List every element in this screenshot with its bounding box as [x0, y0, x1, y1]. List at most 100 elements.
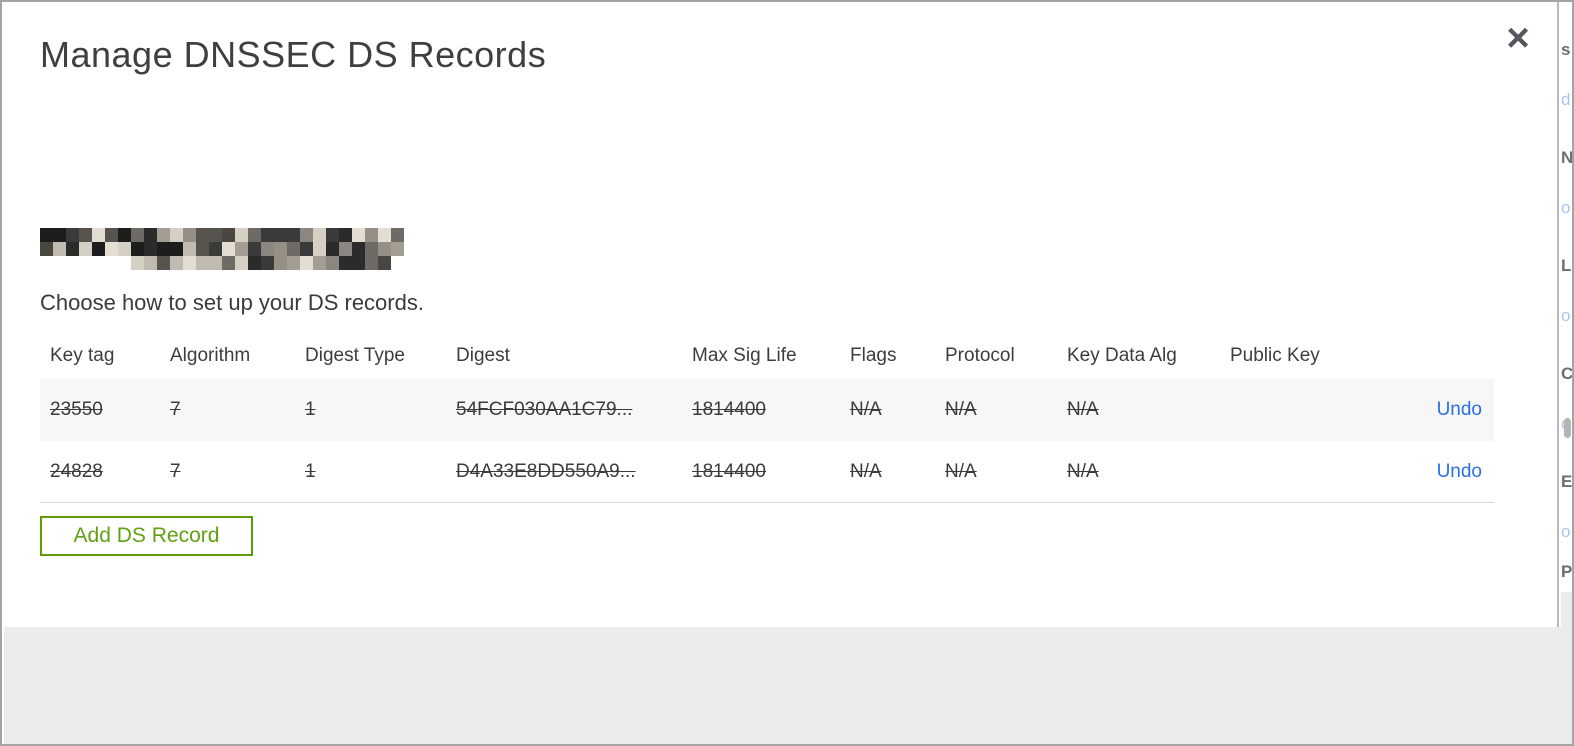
redacted-pixel — [40, 242, 53, 256]
redacted-pixel — [300, 228, 313, 242]
cell-key-data-alg: N/A — [1067, 460, 1099, 482]
instruction-text: Choose how to set up your DS records. — [40, 290, 424, 315]
redacted-pixel — [209, 228, 222, 242]
redacted-pixel — [183, 242, 196, 256]
cell-key-tag: 23550 — [50, 399, 103, 420]
table-row: 23550 7 1 54FCF030AA1C79... 1814400 N/A … — [40, 379, 1494, 441]
redacted-pixel — [313, 242, 326, 256]
cell-digest: 54FCF030AA1C79... — [456, 399, 633, 420]
redacted-pixel — [66, 242, 79, 256]
table-header-row: Key tag Algorithm Digest Type Digest Max… — [40, 333, 1494, 379]
redacted-pixel — [157, 228, 170, 242]
table-row: 24828 7 1 D4A33E8DD550A9... 1814400 N/A … — [40, 441, 1494, 503]
background-text-fragment: o — [1561, 522, 1571, 541]
redacted-pixel — [118, 228, 131, 242]
redacted-pixel — [248, 256, 261, 270]
redacted-pixel — [118, 242, 131, 256]
redacted-pixel — [144, 256, 157, 270]
cell-protocol: N/A — [945, 460, 977, 482]
redacted-pixel — [196, 228, 209, 242]
redacted-pixel — [339, 256, 352, 270]
redacted-pixel — [170, 256, 183, 270]
redacted-pixel — [313, 228, 326, 242]
undo-link[interactable]: Undo — [1437, 399, 1482, 420]
redacted-pixel — [300, 256, 313, 270]
scrollbar-thumb[interactable] — [1564, 418, 1571, 438]
redacted-pixel — [326, 256, 339, 270]
redacted-pixel — [92, 242, 105, 256]
background-text-fragment: C — [1561, 364, 1572, 383]
redacted-pixel — [144, 228, 157, 242]
redacted-pixel — [326, 242, 339, 256]
redacted-pixel — [79, 242, 92, 256]
redacted-pixel — [365, 228, 378, 242]
redacted-pixel — [365, 256, 378, 270]
undo-link[interactable]: Undo — [1437, 461, 1482, 482]
redacted-pixel — [235, 256, 248, 270]
redacted-pixel — [144, 242, 157, 256]
redacted-pixel — [157, 256, 170, 270]
redacted-pixel — [352, 256, 365, 270]
cell-flags: N/A — [850, 399, 882, 420]
col-header-flags: Flags — [850, 345, 897, 366]
close-icon[interactable]: × — [1496, 16, 1540, 60]
background-text-fragment: L — [1561, 256, 1572, 275]
background-text-fragment: P — [1561, 562, 1572, 581]
background-gray-area — [1561, 592, 1572, 744]
ds-records-table: Key tag Algorithm Digest Type Digest Max… — [40, 333, 1494, 503]
redacted-pixel — [352, 242, 365, 256]
redacted-pixel — [222, 228, 235, 242]
page-title: Manage DNSSEC DS Records — [40, 34, 547, 75]
add-ds-record-button[interactable]: Add DS Record — [40, 516, 253, 556]
cell-digest-type: 1 — [305, 460, 316, 482]
redacted-pixel — [287, 256, 300, 270]
cell-algorithm: 7 — [170, 460, 181, 482]
redacted-pixel — [378, 228, 391, 242]
redacted-pixel — [170, 242, 183, 256]
cell-protocol: N/A — [945, 399, 977, 420]
redacted-pixel — [209, 256, 222, 270]
col-header-public-key: Public Key — [1230, 345, 1320, 366]
redacted-pixel — [339, 228, 352, 242]
redacted-pixel — [131, 256, 144, 270]
redacted-pixel — [300, 242, 313, 256]
col-header-max-sig-life: Max Sig Life — [692, 345, 797, 366]
redacted-pixel — [261, 228, 274, 242]
screenshot-root: Manage DNSSEC DS Records × Choose how to… — [0, 0, 1574, 746]
col-header-algorithm: Algorithm — [170, 345, 251, 366]
redacted-pixel — [53, 228, 66, 242]
cell-max-sig-life: 1814400 — [692, 460, 766, 482]
redacted-pixel — [183, 228, 196, 242]
dnssec-modal: Manage DNSSEC DS Records × Choose how to… — [2, 2, 1561, 744]
col-header-key-data-alg: Key Data Alg — [1067, 345, 1177, 366]
background-page-strip: sdNoLoCoEoP — [1561, 2, 1572, 744]
redacted-pixel — [222, 256, 235, 270]
cell-key-data-alg: N/A — [1067, 399, 1099, 420]
redacted-pixel — [92, 228, 105, 242]
cell-key-tag: 24828 — [50, 460, 103, 482]
redacted-pixel — [274, 228, 287, 242]
background-text-fragment: d — [1561, 90, 1571, 109]
col-header-digest: Digest — [456, 345, 510, 366]
redacted-pixel — [378, 242, 391, 256]
background-text-fragment: E — [1561, 472, 1572, 491]
redacted-pixel — [53, 242, 66, 256]
redacted-pixel — [352, 228, 365, 242]
redacted-pixel — [131, 242, 144, 256]
redacted-pixel — [248, 228, 261, 242]
redacted-pixel — [391, 242, 404, 256]
cell-algorithm: 7 — [170, 399, 181, 420]
redacted-pixel — [313, 256, 326, 270]
redacted-pixel — [287, 228, 300, 242]
redacted-pixel — [66, 228, 79, 242]
background-text-fragment: s — [1561, 40, 1571, 59]
redacted-pixel — [196, 242, 209, 256]
redacted-pixel — [326, 228, 339, 242]
background-text-fragment: o — [1561, 198, 1571, 217]
col-header-protocol: Protocol — [945, 345, 1015, 366]
cell-action: Undo — [1385, 461, 1494, 483]
redacted-pixel — [261, 242, 274, 256]
redacted-pixel — [391, 228, 404, 242]
redacted-pixel — [79, 228, 92, 242]
redacted-pixel — [170, 228, 183, 242]
